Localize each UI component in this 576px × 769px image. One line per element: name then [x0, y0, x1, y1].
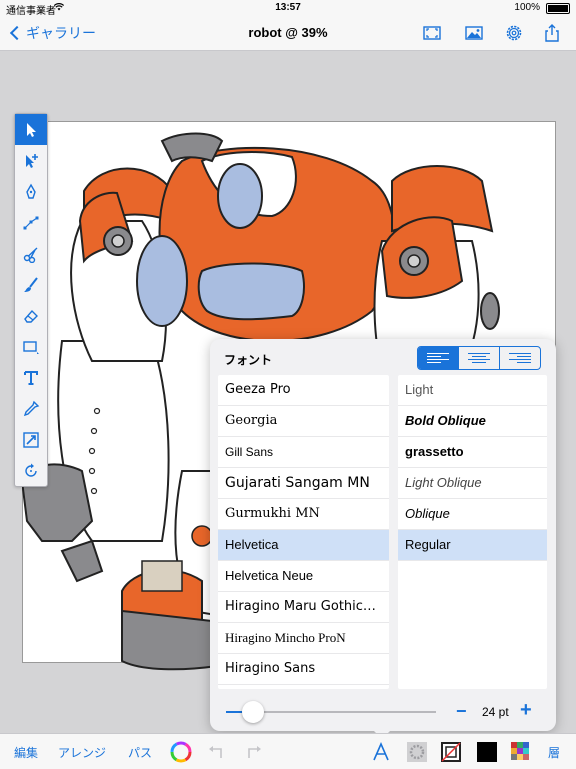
font-family-item[interactable]: Hiragino Maru Gothic… [218, 592, 389, 623]
font-style-item[interactable]: grassetto [398, 437, 547, 468]
font-family-item[interactable]: Georgia [218, 406, 389, 437]
eraser-tool[interactable] [15, 300, 47, 331]
color-wheel-icon[interactable] [170, 741, 192, 763]
status-bar: 通信事業者 13:57 100% [0, 0, 576, 17]
align-left-icon [427, 352, 449, 364]
font-family-item[interactable]: Gujarati Sangam MN [218, 468, 389, 499]
edit-menu-button[interactable]: 編集 [14, 744, 38, 761]
battery-icon [546, 3, 570, 14]
rectangle-icon [23, 340, 39, 354]
font-style-list[interactable]: Light Bold Oblique grassetto Light Obliq… [398, 375, 547, 689]
bottom-toolbar: 編集 アレンジ パス 層 [0, 733, 576, 769]
shape-tool[interactable] [15, 331, 47, 362]
font-family-item[interactable]: Gill Sans [218, 437, 389, 468]
node-tool[interactable] [15, 207, 47, 238]
font-family-item[interactable]: Gurmukhi MN [218, 499, 389, 530]
pen-tool[interactable] [15, 176, 47, 207]
scissors-tool[interactable] [15, 238, 47, 269]
font-style-item[interactable]: Light Oblique [398, 468, 547, 499]
clock: 13:57 [275, 2, 301, 13]
font-family-item[interactable]: Helvetica Neue [218, 561, 389, 592]
decrease-size-button[interactable]: − [456, 701, 467, 722]
text-t-icon [24, 370, 38, 385]
font-size-slider-thumb[interactable] [242, 701, 264, 723]
align-center-button[interactable] [459, 347, 500, 369]
arrow-plus-icon [26, 153, 38, 168]
image-icon[interactable] [464, 23, 484, 43]
redo-icon[interactable] [242, 741, 264, 763]
stroke-fill-icon[interactable] [440, 741, 462, 763]
popover-title: フォント [224, 353, 273, 367]
share-icon[interactable] [542, 23, 562, 43]
rotate-tool[interactable] [15, 455, 47, 486]
font-size-value: 24 pt [482, 705, 509, 719]
arrange-menu-button[interactable]: アレンジ [58, 744, 106, 761]
font-family-item[interactable]: Geeza Pro [218, 375, 389, 406]
font-family-list[interactable]: Geeza Pro Georgia Gill Sans Gujarati San… [218, 375, 389, 689]
increase-size-button[interactable]: + [520, 699, 532, 722]
font-size-controls: − 24 pt + [210, 697, 556, 727]
font-style-item[interactable]: Bold Oblique [398, 406, 547, 437]
drawing-canvas[interactable]: フォント Geeza Pro Georgia Gill Sans Gujarat… [0, 51, 576, 739]
text-alignment-control [417, 346, 541, 370]
gradient-icon [23, 431, 39, 448]
gear-icon[interactable] [504, 23, 524, 43]
path-menu-button[interactable]: パス [128, 744, 152, 761]
text-style-icon[interactable] [370, 741, 392, 763]
color-swatch-black[interactable] [476, 741, 498, 763]
battery-percent: 100% [514, 2, 540, 13]
eyedropper-tool[interactable] [15, 393, 47, 424]
tool-palette [14, 113, 48, 487]
font-family-item[interactable]: Hiragino Sans [218, 654, 389, 685]
document-title: robot @ 39% [248, 25, 328, 40]
layers-button[interactable]: 層 [548, 744, 560, 761]
align-right-button[interactable] [500, 347, 540, 369]
nav-bar: ギャラリー robot @ 39% [0, 16, 576, 51]
align-center-icon [468, 352, 490, 364]
undo-icon[interactable] [206, 741, 228, 763]
select-tool[interactable] [15, 114, 47, 145]
pen-nib-icon [26, 183, 36, 199]
font-style-item-selected[interactable]: Regular [398, 530, 547, 561]
font-family-item[interactable]: Hiragino Mincho ProN [218, 623, 389, 654]
align-right-icon [509, 352, 531, 364]
font-family-item-selected[interactable]: Helvetica [218, 530, 389, 561]
gear-disabled-icon[interactable] [406, 741, 428, 763]
arrow-pointer-icon [27, 122, 36, 137]
font-style-item[interactable]: Oblique [398, 499, 547, 530]
brush-tool[interactable] [15, 269, 47, 300]
brush-icon [24, 276, 38, 292]
eyedropper-icon [23, 400, 40, 416]
gradient-tool[interactable] [15, 424, 47, 455]
eraser-icon [24, 309, 38, 323]
direct-select-tool[interactable] [15, 145, 47, 176]
fit-screen-icon[interactable] [422, 23, 442, 43]
nodes-icon [23, 216, 39, 229]
font-style-item[interactable]: Light [398, 375, 547, 406]
text-tool[interactable] [15, 362, 47, 393]
scissors-icon [23, 246, 38, 263]
font-popover: フォント Geeza Pro Georgia Gill Sans Gujarat… [210, 339, 556, 739]
align-left-button[interactable] [418, 347, 459, 369]
swatches-grid-icon[interactable] [510, 741, 532, 763]
rotate-icon [25, 463, 37, 477]
